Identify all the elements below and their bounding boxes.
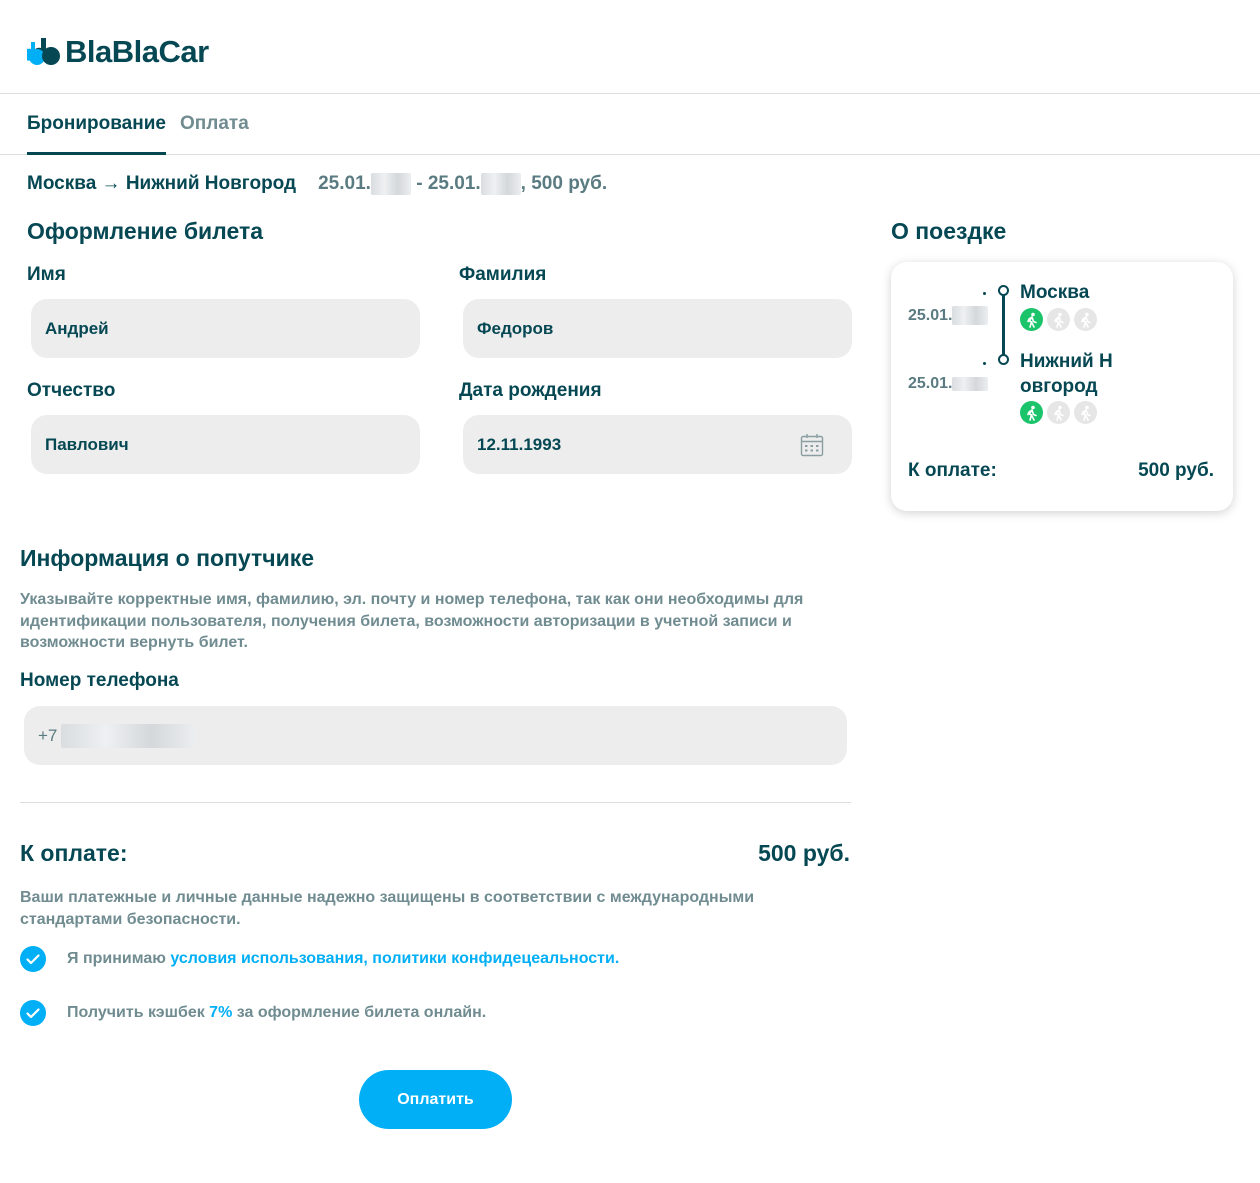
birth-date-label: Дата рождения [459, 380, 602, 401]
cashback-suffix: за оформление билета онлайн. [232, 1004, 487, 1021]
route-title: Москва → Нижний Новгород [27, 173, 297, 194]
walk-icon-disabled [1047, 401, 1070, 424]
divider [20, 802, 851, 803]
terms-checkbox[interactable] [20, 946, 46, 972]
arrival-amenities [1020, 401, 1097, 424]
cashback-text: Получить кэшбек 7% за оформление билета … [67, 1004, 486, 1022]
walk-icon [1020, 401, 1043, 424]
departure-city: Москва [1020, 282, 1090, 303]
ticket-form-title: Оформление билета [27, 218, 264, 244]
phone-prefix: +7 [38, 725, 58, 745]
cashback-checkbox[interactable] [20, 1000, 46, 1026]
route-dates: 25.01. - 25.01. , 500 руб. [318, 173, 607, 195]
cashback-checkbox-row: Получить кэшбек 7% за оформление билета … [20, 1000, 486, 1026]
arrival-city: Нижний Н овгород [1020, 349, 1113, 399]
blablacar-logo-icon [23, 36, 63, 68]
route-date-from: 25.01. [318, 173, 371, 194]
tab-booking[interactable]: Бронирование [27, 113, 166, 155]
phone-label: Номер телефона [20, 670, 179, 691]
blurred-year [952, 377, 989, 391]
route-date-separator: - [410, 173, 428, 194]
checkmark-icon [26, 1007, 40, 1018]
timeline-line [1002, 292, 1005, 362]
phone-input[interactable]: +7 [24, 706, 847, 765]
checkmark-icon [26, 953, 40, 964]
route-summary: Москва → Нижний Новгород 25.01. - 25.01.… [27, 173, 607, 195]
patronymic-label: Отчество [27, 380, 116, 401]
last-name-input[interactable]: Федоров [463, 299, 852, 358]
blablacar-logo[interactable]: BlaBlaCar [23, 34, 209, 70]
step-tabs: Бронирование Оплата [0, 94, 1260, 155]
total-label: К оплате: [20, 840, 128, 866]
departure-amenities [1020, 308, 1097, 331]
arrival-city-line1: Нижний Н [1020, 351, 1113, 372]
walk-icon [1020, 308, 1043, 331]
pay-button[interactable]: Оплатить [359, 1070, 512, 1129]
last-name-value: Федоров [477, 318, 554, 338]
card-total-label: К оплате: [908, 460, 997, 481]
blurred-year [480, 173, 521, 195]
terms-text: Я принимаю условия использования, полити… [67, 950, 619, 968]
patronymic-value: Павлович [45, 434, 129, 454]
header: BlaBlaCar [0, 0, 1260, 94]
timeline-end-dot [998, 354, 1009, 365]
walk-icon-disabled [1074, 308, 1097, 331]
walk-icon-disabled [1074, 401, 1097, 424]
route-price: , 500 руб. [520, 173, 608, 194]
first-name-input[interactable]: Андрей [31, 299, 420, 358]
departure-date-text: 25.01. [908, 306, 953, 324]
cashback-percent: 7% [209, 1004, 233, 1021]
last-name-label: Фамилия [459, 264, 547, 285]
calendar-icon[interactable] [800, 433, 824, 457]
terms-checkbox-row: Я принимаю условия использования, полити… [20, 946, 619, 972]
card-total-value: 500 руб. [1138, 460, 1214, 481]
birth-date-value: 12.11.1993 [477, 434, 562, 454]
arrival-city-line2: овгород [1020, 376, 1098, 397]
passenger-info-title: Информация о попутчике [20, 545, 315, 571]
brand-name: BlaBlaCar [65, 34, 209, 69]
first-name-label: Имя [27, 264, 66, 285]
trip-card: 25.01. Москва 25.01. Нижний Н овгород К … [891, 262, 1233, 511]
departure-date: 25.01. [908, 306, 989, 325]
total-value: 500 руб. [758, 840, 850, 866]
cashback-prefix: Получить кэшбек [67, 1004, 210, 1021]
trip-card-title: О поездке [891, 218, 1007, 244]
arrival-date: 25.01. [908, 375, 989, 393]
blurred-phone-number [61, 723, 197, 748]
terms-link[interactable]: условия использования, политики конфидец… [170, 950, 619, 967]
route-date-to: 25.01. [427, 173, 481, 194]
arrival-date-text: 25.01. [908, 375, 953, 392]
walk-icon-disabled [1047, 308, 1070, 331]
blurred-year [370, 173, 411, 195]
tab-payment[interactable]: Оплата [180, 113, 249, 135]
first-name-value: Андрей [45, 318, 109, 338]
security-note: Ваши платежные и личные данные надежно з… [20, 889, 755, 928]
patronymic-input[interactable]: Павлович [31, 415, 420, 474]
terms-prefix: Я принимаю [67, 950, 171, 967]
dot-mark [983, 362, 986, 365]
dot-mark [983, 292, 986, 295]
birth-date-input[interactable]: 12.11.1993 [463, 415, 852, 474]
passenger-info-hint: Указывайте корректные имя, фамилию, эл. … [20, 591, 804, 651]
timeline-start-dot [998, 285, 1009, 296]
blurred-year [952, 306, 989, 325]
